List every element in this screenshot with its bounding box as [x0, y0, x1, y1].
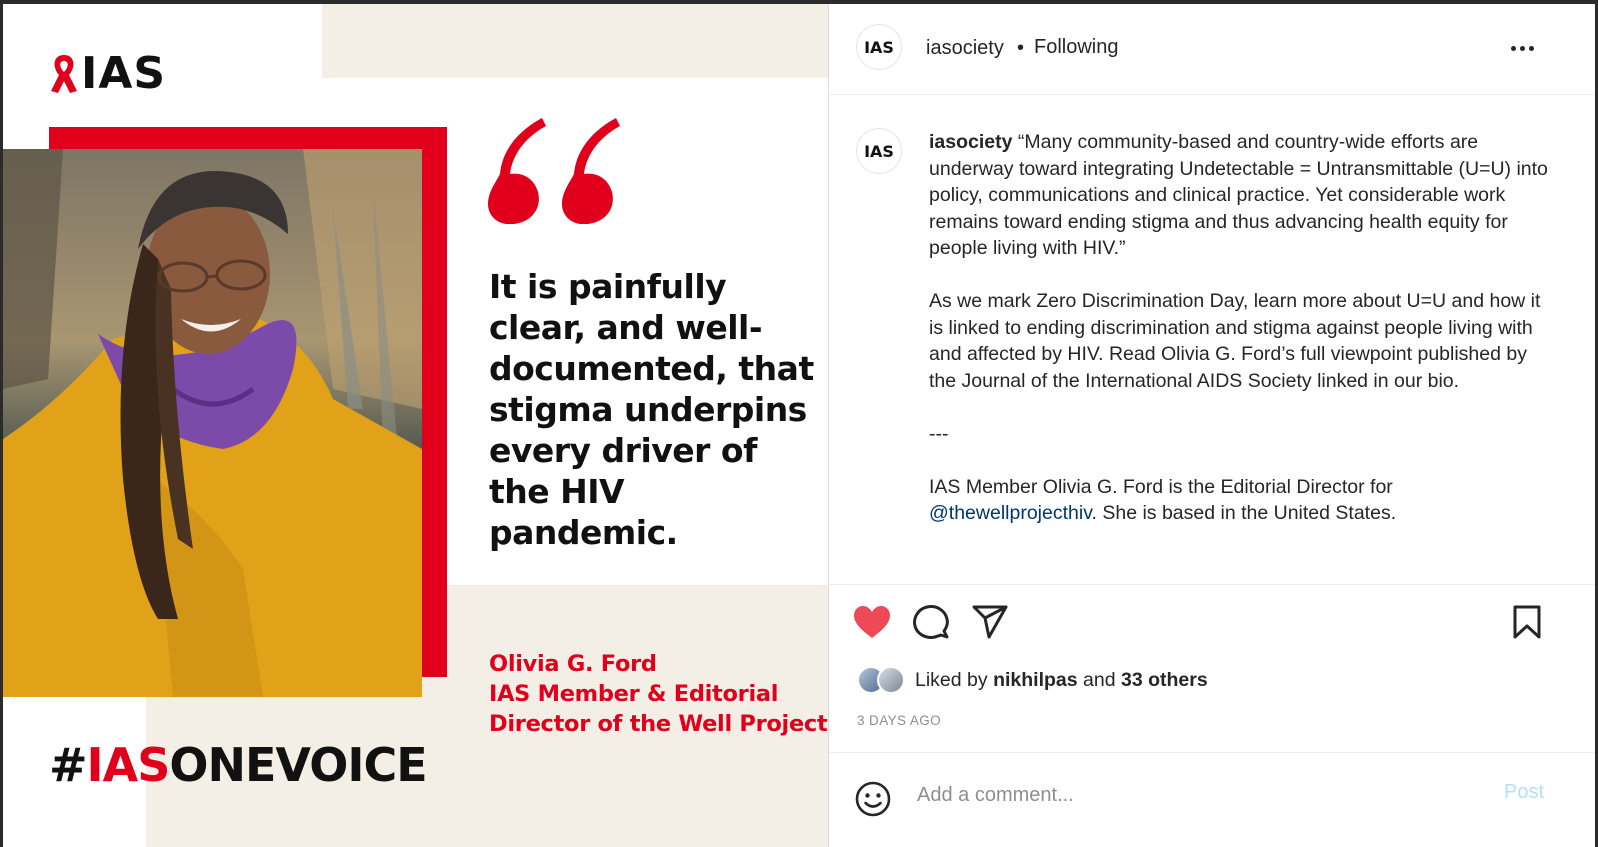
- caption-username[interactable]: iasociety: [929, 131, 1012, 153]
- portrait-illustration: [3, 149, 422, 697]
- credit-title-2: Director of the Well Project: [489, 711, 828, 737]
- post-side-panel: IAS iasociety • Following IAS iasociety …: [828, 4, 1595, 847]
- mention-link[interactable]: @thewellprojecthiv: [929, 502, 1092, 524]
- instagram-post-dialog: IAS It is painfully clear, and well-docu…: [3, 4, 1595, 847]
- emoji-icon[interactable]: [855, 781, 891, 822]
- post-header: IAS iasociety • Following: [829, 4, 1595, 95]
- credit-name: Olivia G. Ford: [489, 651, 657, 677]
- beige-panel-top: [322, 4, 828, 78]
- caption-divider: ---: [929, 422, 949, 445]
- comment-icon[interactable]: [911, 602, 951, 642]
- caption-paragraph-1: “Many community-based and country-wide e…: [929, 131, 1548, 259]
- comment-input[interactable]: [915, 777, 1479, 813]
- caption-paragraph-2: As we mark Zero Discrimination Day, lear…: [929, 290, 1541, 392]
- send-icon[interactable]: [970, 602, 1010, 642]
- ias-logo: IAS: [49, 48, 166, 99]
- caption-avatar[interactable]: IAS: [856, 128, 902, 174]
- quote-mark-icon: [488, 118, 620, 224]
- credit-title-1: IAS Member & Editorial: [489, 681, 779, 707]
- post-image[interactable]: IAS It is painfully clear, and well-docu…: [3, 4, 828, 847]
- header-username[interactable]: iasociety: [926, 37, 1004, 60]
- caption-paragraph-3-end: . She is based in the United States.: [1091, 502, 1397, 524]
- likes-row[interactable]: Liked by nikhilpas and 33 others: [857, 664, 1208, 696]
- avatar-logo-text: IAS: [864, 37, 894, 57]
- liker-username[interactable]: nikhilpas: [993, 669, 1078, 691]
- window-frame: IAS It is painfully clear, and well-docu…: [0, 0, 1598, 847]
- caption-paragraph-3-start: IAS Member Olivia G. Ford is the Editori…: [929, 475, 1393, 498]
- action-bar: [829, 602, 1595, 642]
- profile-avatar[interactable]: IAS: [856, 24, 902, 70]
- red-ribbon-icon: [51, 54, 77, 93]
- likes-text: Liked by nikhilpas and 33 others: [915, 669, 1208, 692]
- caption-section[interactable]: IAS iasociety “Many community-based and …: [829, 94, 1595, 585]
- caption-avatar-logo-text: IAS: [864, 141, 894, 161]
- hashtag-rest: ONEVOICE: [169, 738, 427, 792]
- header-separator: •: [1017, 37, 1025, 59]
- likes-and: and: [1083, 668, 1116, 691]
- heart-filled-icon[interactable]: [852, 602, 892, 642]
- post-date[interactable]: 3 DAYS AGO: [857, 713, 941, 728]
- following-button[interactable]: Following: [1034, 36, 1118, 59]
- liker-avatar: [877, 666, 905, 694]
- quote-credit: Olivia G. Ford IAS Member & Editorial Di…: [489, 649, 828, 739]
- portrait-photo: [3, 149, 422, 697]
- likes-others-count[interactable]: 33 others: [1121, 669, 1208, 691]
- hashtag-highlight: IAS: [86, 738, 171, 792]
- post-comment-button[interactable]: Post: [1504, 781, 1544, 804]
- logo-text: IAS: [81, 48, 167, 99]
- comment-bar: Post: [829, 752, 1595, 847]
- hashtag: #IASONEVOICE: [49, 738, 428, 792]
- hashtag-prefix: #: [49, 738, 88, 792]
- quote-text: It is painfully clear, and well-document…: [489, 267, 814, 552]
- likes-prefix: Liked by: [915, 668, 988, 691]
- more-options-icon[interactable]: [1511, 38, 1539, 58]
- bookmark-icon[interactable]: [1507, 602, 1547, 642]
- caption-text: iasociety “Many community-based and coun…: [929, 129, 1549, 527]
